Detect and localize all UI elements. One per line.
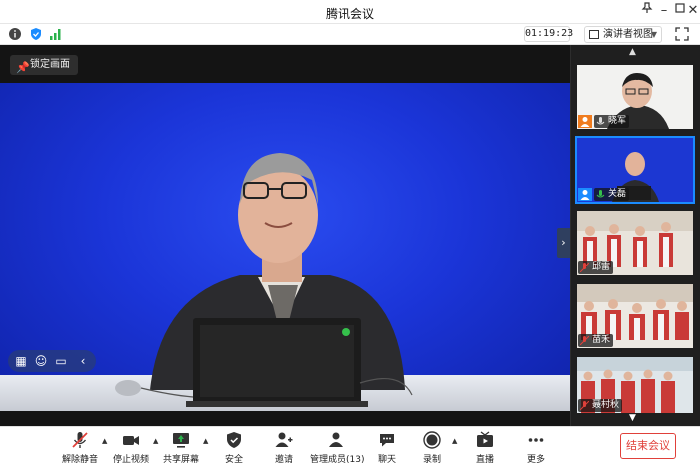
record-label: 录制 (422, 455, 441, 465)
share-screen-icon (172, 431, 190, 449)
person-icon (578, 188, 592, 201)
participant-name-tag: 苗禾 (578, 334, 614, 347)
video-options-caret-icon[interactable]: ▲ (153, 437, 158, 445)
participant-name: 邱雷 (592, 262, 611, 272)
participant-tile[interactable]: 晓军 (577, 65, 693, 129)
record-options-caret-icon[interactable]: ▲ (452, 437, 457, 445)
grid-layout-icon[interactable]: ▦ (14, 354, 28, 368)
person-icon (578, 115, 592, 128)
meeting-timer: 01:19:23 (524, 26, 573, 42)
meeting-info-bar: 01:19:23 演讲者视图 ▼ (0, 24, 700, 45)
mic-muted-icon (71, 431, 89, 449)
pin-icon[interactable] (638, 2, 656, 20)
share-screen-label: 共享屏幕 (163, 455, 200, 465)
participant-name-tag: 邱雷 (578, 261, 614, 274)
title-bar: 腾讯会议 – ✕ (0, 0, 700, 24)
participant-name: 关磊 (608, 189, 627, 199)
info-icon[interactable] (8, 27, 22, 41)
mic-muted-icon (579, 400, 590, 411)
invite-label: 邀请 (274, 455, 293, 465)
scroll-down-icon[interactable]: ▼ (629, 413, 636, 423)
participant-name-tag: 聂村秋 (578, 399, 623, 412)
end-meeting-button[interactable]: 结束会议 (620, 433, 676, 459)
lock-view-label: 锁定画面 (30, 59, 70, 70)
record-icon (423, 431, 441, 449)
mic-icon (596, 117, 605, 126)
meeting-toolbar: 解除静音 ▲ 停止视频 ▲ 共享屏幕 ▲ 安全 邀请 管理成员(13) 聊天 录… (0, 426, 700, 466)
fullscreen-icon[interactable] (675, 27, 689, 41)
live-label: 直播 (475, 455, 494, 465)
participant-name: 聂村秋 (592, 400, 620, 410)
live-broadcast-icon (476, 431, 494, 449)
signal-strength-icon[interactable] (49, 27, 63, 41)
emoji-icon[interactable]: ☺ (34, 354, 48, 368)
view-mode-select[interactable]: 演讲者视图 ▼ (584, 26, 662, 43)
participant-tile[interactable]: 聂村秋 (577, 357, 693, 413)
shield-icon (225, 431, 243, 449)
security-shield-icon[interactable] (29, 27, 43, 41)
live-button[interactable]: 直播 (472, 431, 498, 465)
share-screen-button[interactable]: 共享屏幕 (163, 431, 199, 465)
video-camera-icon (122, 431, 140, 449)
record-button[interactable]: 录制 (419, 431, 445, 465)
subtitle-icon[interactable]: ▭ (54, 354, 68, 368)
chat-icon (378, 431, 396, 449)
participant-tile[interactable]: 关磊 (575, 136, 695, 204)
stop-video-label: 停止视频 (113, 455, 150, 465)
mic-active-icon (596, 190, 605, 199)
lock-view-button[interactable]: 📌 锁定画面 (10, 55, 78, 75)
invite-button[interactable]: 邀请 (270, 431, 298, 465)
main-speaker-video[interactable]: 📌 锁定画面 ▦ ☺ ▭ ‹ › (0, 45, 570, 426)
chat-label: 聊天 (377, 455, 396, 465)
mic-muted-icon (579, 335, 590, 346)
window-title: 腾讯会议 (325, 7, 374, 21)
participant-name-tag: 晓军 (594, 115, 630, 128)
chevron-down-icon: ▼ (650, 30, 657, 39)
more-label: 更多 (526, 455, 545, 465)
unmute-label: 解除静音 (62, 455, 99, 465)
view-mode-label: 演讲者视图 (603, 29, 653, 40)
add-user-icon (275, 431, 293, 449)
chat-button[interactable]: 聊天 (374, 431, 400, 465)
manage-members-label: 管理成员(13) (310, 455, 365, 465)
layout-icon (589, 30, 599, 39)
security-button[interactable]: 安全 (220, 431, 248, 465)
participant-name: 晓军 (608, 116, 627, 126)
audio-options-caret-icon[interactable]: ▲ (102, 437, 107, 445)
unmute-button[interactable]: 解除静音 (62, 431, 98, 465)
more-dots-icon (527, 431, 545, 449)
floating-mini-toolbar: ▦ ☺ ▭ ‹ (8, 350, 96, 372)
more-button[interactable]: 更多 (523, 431, 549, 465)
share-options-caret-icon[interactable]: ▲ (203, 437, 208, 445)
manage-members-button[interactable]: 管理成员(13) (310, 431, 365, 465)
close-button[interactable]: ✕ (684, 2, 700, 20)
participant-tile[interactable]: 邱雷 (577, 211, 693, 275)
mic-muted-icon (579, 262, 590, 273)
participant-name: 苗禾 (592, 335, 611, 345)
scroll-up-icon[interactable]: ▲ (629, 47, 636, 57)
security-label: 安全 (224, 455, 243, 465)
members-icon (327, 431, 345, 449)
participant-tile[interactable]: 苗禾 (577, 284, 693, 348)
collapse-left-icon[interactable]: ‹ (76, 354, 90, 368)
expand-right-panel-button[interactable]: › (557, 228, 570, 258)
participant-name-tag: 关磊 (594, 188, 630, 201)
pin-icon: 📌 (16, 61, 30, 74)
participant-panel: ▲ 晓军 关磊 邱雷 苗禾 聂村秋 ▼ (570, 45, 700, 426)
stop-video-button[interactable]: 停止视频 (113, 431, 149, 465)
